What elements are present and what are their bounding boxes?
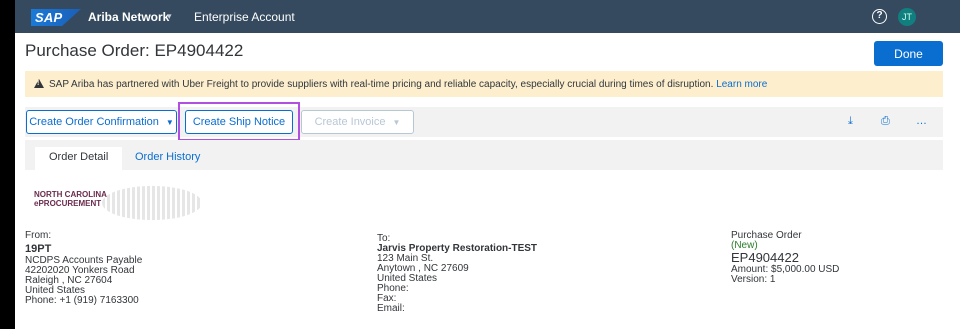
to-address: To: Jarvis Property Restoration-TEST 123…	[377, 234, 537, 314]
sap-logo[interactable]: SAP	[31, 9, 81, 26]
create-invoice-label: Create Invoice	[314, 116, 386, 128]
nc-eprocurement-logo: NORTH CAROLINA ePROCUREMENT	[32, 184, 202, 224]
logo-line1: NORTH CAROLINA	[34, 190, 107, 199]
from-phone: Phone: +1 (919) 7163300	[25, 295, 139, 306]
app-frame: SAP Ariba Network ▾ Enterprise Account ?…	[15, 0, 960, 329]
tab-bar: Order Detail Order History	[25, 140, 943, 170]
info-banner: SAP Ariba has partnered with Uber Freigh…	[25, 71, 943, 97]
avatar[interactable]: JT	[898, 8, 916, 26]
download-icon[interactable]: ⤓	[848, 115, 853, 128]
action-toolbar: Create Order Confirmation ▼ Create Ship N…	[25, 107, 943, 137]
learn-more-link[interactable]: Learn more	[716, 79, 767, 90]
tab-order-history[interactable]: Order History	[121, 147, 214, 170]
top-bar: SAP Ariba Network ▾ Enterprise Account ?…	[15, 0, 960, 33]
from-address: From: 19PT NCDPS Accounts Payable 422020…	[25, 231, 142, 306]
highlight-box	[178, 102, 300, 141]
po-number: EP4904422	[731, 250, 799, 265]
logo-word-cloud	[102, 185, 202, 221]
to-phone: Phone:	[377, 283, 409, 294]
caret-down-icon: ▼	[165, 118, 174, 127]
tab-order-detail[interactable]: Order Detail	[35, 147, 123, 170]
caret-down-icon: ▼	[392, 118, 401, 127]
po-version: Version: 1	[731, 274, 776, 285]
from-code: 19PT	[25, 243, 52, 255]
page-title: Purchase Order: EP4904422	[25, 41, 244, 60]
create-invoice-button[interactable]: Create Invoice ▼	[301, 110, 414, 134]
purchase-order-summary: Purchase Order (New) EP4904422 Amount: $…	[731, 231, 839, 285]
to-email: Email:	[377, 303, 405, 314]
help-icon[interactable]: ?	[872, 9, 887, 24]
create-order-confirmation-button[interactable]: Create Order Confirmation ▼	[26, 110, 177, 134]
sap-logo-text: SAP	[35, 10, 63, 25]
account-label: Enterprise Account	[194, 10, 295, 24]
logo-line2: ePROCUREMENT	[34, 199, 102, 208]
network-menu[interactable]: Ariba Network	[88, 10, 169, 24]
chevron-down-icon[interactable]: ▾	[167, 11, 172, 22]
more-icon[interactable]: …	[916, 115, 927, 127]
banner-text: SAP Ariba has partnered with Uber Freigh…	[49, 79, 767, 90]
create-order-confirmation-label: Create Order Confirmation	[29, 116, 159, 128]
print-icon[interactable]: ⎙	[881, 115, 890, 128]
from-heading: From:	[25, 230, 52, 241]
warning-icon	[34, 79, 44, 88]
banner-message: SAP Ariba has partnered with Uber Freigh…	[49, 79, 714, 90]
done-button[interactable]: Done	[874, 41, 943, 66]
